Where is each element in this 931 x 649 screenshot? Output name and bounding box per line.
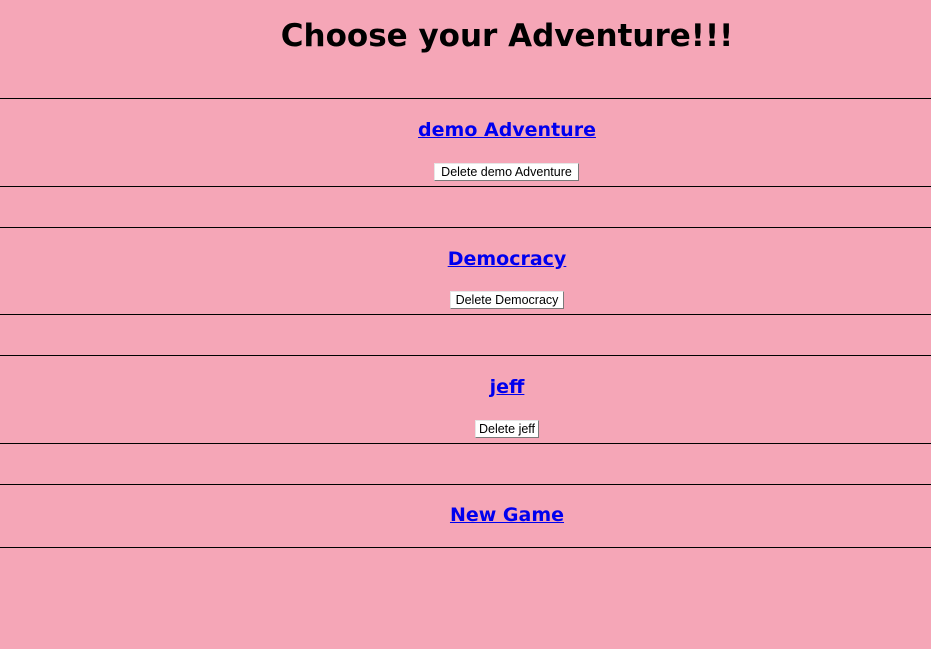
game-link-label: jeff <box>489 376 525 398</box>
new-game-link-label: New Game <box>449 504 565 526</box>
delete-game-button[interactable]: Delete Democracy <box>450 291 564 309</box>
game-card: demo Adventure Delete demo Adventure <box>0 98 931 187</box>
game-link-label: Democracy <box>447 248 567 270</box>
new-game-card: New Game <box>0 484 931 548</box>
page-title: Choose your Adventure!!! <box>280 18 734 54</box>
game-link[interactable]: jeff <box>0 376 931 398</box>
game-card: jeff Delete jeff <box>0 355 931 444</box>
game-link[interactable]: demo Adventure <box>0 119 931 141</box>
new-game-link[interactable]: New Game <box>0 504 931 526</box>
game-link[interactable]: Democracy <box>0 248 931 270</box>
game-link-label: demo Adventure <box>418 119 596 141</box>
delete-game-button[interactable]: Delete demo Adventure <box>434 163 579 181</box>
game-card: Democracy Delete Democracy <box>0 227 931 315</box>
delete-game-button[interactable]: Delete jeff <box>475 420 539 438</box>
